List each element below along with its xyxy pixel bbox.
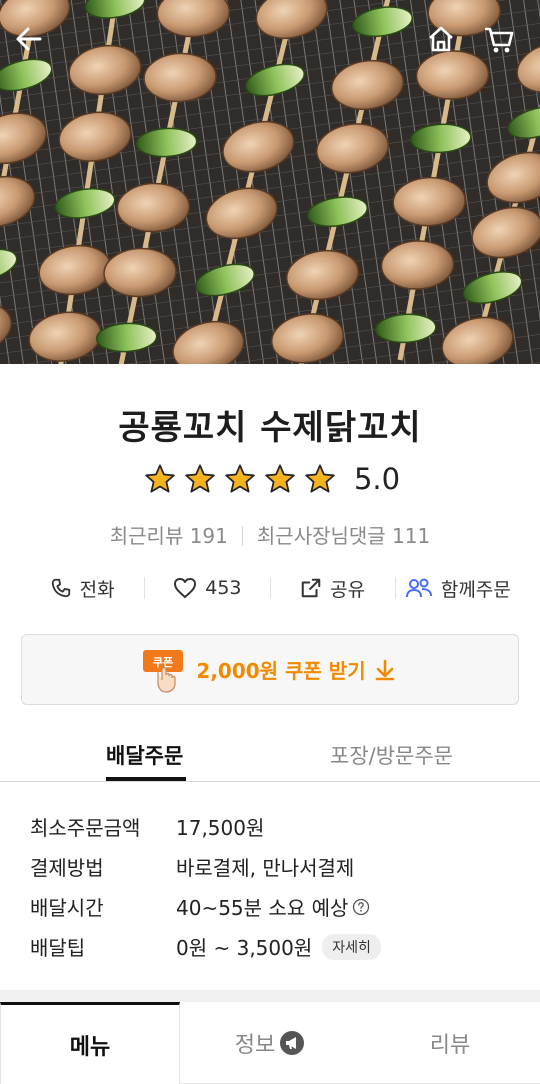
like-button[interactable]: 453 (145, 577, 269, 599)
recent-reviews-link[interactable]: 최근리뷰 191 (110, 524, 228, 548)
payment-label: 결제방법 (30, 856, 104, 880)
delivery-time-value: 40~55분 소요 예상 (176, 896, 349, 920)
delivery-tip-row: 배달팁 0원 ~ 3,500원 자세히 (30, 932, 381, 961)
section-divider (0, 990, 540, 1002)
store-name: 공룡꼬치 수제닭꼬치 (118, 408, 422, 448)
tab-info[interactable]: 정보 (180, 1002, 360, 1084)
share-button[interactable]: 공유 (271, 575, 395, 602)
call-button[interactable]: 전화 (20, 575, 144, 602)
notice-megaphone-icon (280, 1030, 305, 1055)
heart-icon (174, 578, 197, 598)
star-icon (225, 464, 255, 493)
tip-detail-button[interactable]: 자세히 (322, 933, 381, 960)
action-bar: 전화 453 공유 함께주문 (20, 568, 520, 608)
back-button[interactable] (14, 24, 58, 68)
min-order-label: 최소주문금액 (30, 816, 141, 840)
delivery-time-label: 배달시간 (30, 896, 104, 920)
owner-replies-link[interactable]: 최근사장님댓글 111 (257, 524, 430, 548)
coupon-badge-text: 쿠폰 (153, 656, 173, 669)
group-order-label: 함께주문 (440, 578, 511, 601)
cart-button[interactable] (483, 24, 527, 68)
payment-row: 결제방법 바로결제, 만나서결제 (30, 852, 354, 881)
tab-review[interactable]: 리뷰 (360, 1002, 540, 1084)
tab-review-label: 리뷰 (429, 1032, 471, 1058)
download-arrow-icon (375, 659, 394, 680)
star-rating (140, 463, 340, 495)
help-icon[interactable] (352, 898, 370, 916)
group-order-button[interactable]: 함께주문 (396, 575, 520, 602)
delivery-time-value-wrap: 40~55분 소요 예상 (176, 892, 370, 921)
call-label: 전화 (79, 578, 115, 601)
separator (241, 526, 243, 546)
tab-delivery-order[interactable]: 배달주문 (106, 740, 183, 770)
home-button[interactable] (426, 24, 470, 68)
payment-value: 바로결제, 만나서결제 (176, 856, 355, 880)
coupon-icon: 쿠폰 (142, 649, 187, 693)
coupon-button[interactable]: 쿠폰 2,000원 쿠폰 받기 (21, 634, 519, 705)
star-icon (265, 464, 295, 493)
group-order-icon (405, 578, 432, 598)
review-summary: 최근리뷰 191 최근사장님댓글 111 (0, 520, 540, 549)
star-icon (145, 464, 175, 493)
arrow-left-icon (16, 27, 42, 51)
order-type-tabs: 배달주문 포장/방문주문 (0, 730, 540, 782)
delivery-time-row: 배달시간 40~55분 소요 예상 (30, 892, 370, 921)
star-icon (305, 464, 335, 493)
active-tab-indicator (106, 777, 186, 781)
share-label: 공유 (330, 578, 366, 601)
tab-menu[interactable]: 메뉴 (0, 1002, 180, 1084)
cart-icon (485, 27, 514, 53)
phone-icon (51, 578, 70, 598)
home-icon (429, 26, 453, 52)
like-count: 453 (205, 577, 242, 599)
coupon-label: 2,000원 쿠폰 받기 (196, 659, 366, 683)
rating-value: 5.0 (353, 462, 401, 496)
min-order-value: 17,500원 (176, 816, 265, 840)
tab-menu-label: 메뉴 (69, 1034, 111, 1060)
store-hero-image (0, 0, 540, 364)
delivery-tip-value-wrap: 0원 ~ 3,500원 자세히 (176, 932, 381, 961)
store-section-tabs: 메뉴 정보 리뷰 (0, 1002, 540, 1084)
star-icon (185, 464, 215, 493)
delivery-tip-label: 배달팁 (30, 936, 86, 960)
tab-takeout-order[interactable]: 포장/방문주문 (330, 740, 453, 770)
share-icon (301, 578, 321, 598)
delivery-tip-value: 0원 ~ 3,500원 (176, 936, 313, 960)
tab-info-label: 정보 (234, 1032, 276, 1058)
rating-row: 5.0 (0, 462, 540, 496)
min-order-row: 최소주문금액 17,500원 (30, 812, 264, 841)
